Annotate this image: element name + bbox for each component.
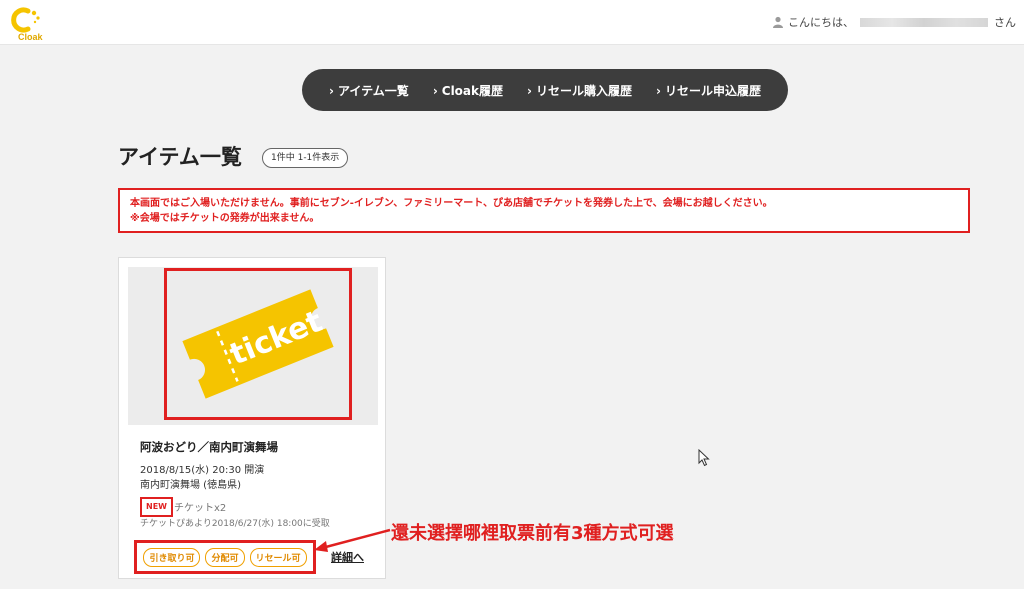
- chevron-right-icon: ›: [329, 83, 334, 98]
- greeting-suffix: さん: [994, 16, 1016, 29]
- warning-text-line1: 本画面ではご入場いただけません。事前にセブン-イレブン、ファミリーマート、ぴあ店…: [130, 198, 773, 209]
- ticket-thumbnail[interactable]: ticket: [128, 267, 378, 425]
- page-title: アイテム一覧: [118, 145, 242, 169]
- nav-item-label: リセール購入履歴: [535, 83, 632, 98]
- event-venue: 南内町演舞場 (徳島県): [140, 480, 241, 491]
- main-nav: › アイテム一覧 › Cloak履歴 › リセール購入履歴 › リセール申込履歴: [302, 69, 788, 111]
- cloak-logo[interactable]: Cloak: [8, 4, 48, 42]
- nav-item-resale-purchase-history[interactable]: › リセール購入履歴: [527, 82, 632, 99]
- result-count-badge: 1件中 1-1件表示: [262, 148, 349, 168]
- nav-item-item-list[interactable]: › アイテム一覧: [329, 82, 409, 99]
- chevron-right-icon: ›: [655, 83, 661, 98]
- mouse-cursor-icon: [698, 449, 710, 467]
- top-header: Cloak こんにちは、 さん: [0, 0, 1024, 45]
- nav-item-cloak-history[interactable]: › Cloak履歴: [433, 82, 503, 99]
- annotation-text: 還未選擇哪裡取票前有3種方式可選: [391, 523, 674, 544]
- event-date: 2018/8/15(水) 20:30 開演: [140, 465, 265, 476]
- page-root: Cloak こんにちは、 さん › アイテム一覧 › Cloak履歴 › リセール購入…: [0, 0, 1024, 589]
- logo-text: Cloak: [18, 32, 43, 42]
- thumbnail-highlight-box: ticket: [164, 268, 352, 420]
- event-title: 阿波おどり／南内町演舞場: [140, 440, 278, 454]
- chevron-right-icon: ›: [527, 83, 532, 98]
- receive-info: チケットぴあより2018/6/27(水) 18:00に受取: [140, 519, 330, 529]
- nav-item-label: Cloak履歴: [441, 83, 504, 98]
- nav-item-label: アイテム一覧: [338, 83, 409, 98]
- ticket-count: チケットx2: [174, 503, 227, 514]
- user-greeting: こんにちは、 さん: [772, 14, 1016, 30]
- tag-distribution-available: 分配可: [205, 547, 245, 567]
- masked-username: [860, 17, 988, 27]
- ticket-options-highlight-box: 引き取り可 分配可 リセール可: [134, 540, 316, 574]
- warning-text-line2: ※会場ではチケットの発券が出来ません。: [130, 213, 320, 224]
- nav-item-resale-application-history[interactable]: › リセール申込履歴: [656, 82, 761, 99]
- user-icon: [773, 16, 783, 28]
- tag-pickup-available: 引き取り可: [143, 547, 201, 567]
- nav-item-label: リセール申込履歴: [664, 83, 761, 98]
- entry-warning-box: 本画面ではご入場いただけません。事前にセブン-イレブン、ファミリーマート、ぴあ店…: [118, 188, 970, 233]
- ticket-image-icon: ticket: [182, 289, 334, 399]
- greeting-prefix: こんにちは、: [788, 16, 854, 29]
- tag-resale-available: リセール可: [249, 547, 307, 567]
- chevron-right-icon: ›: [432, 83, 438, 98]
- new-badge: NEW: [140, 497, 173, 517]
- annotation-arrow-icon: [314, 528, 391, 552]
